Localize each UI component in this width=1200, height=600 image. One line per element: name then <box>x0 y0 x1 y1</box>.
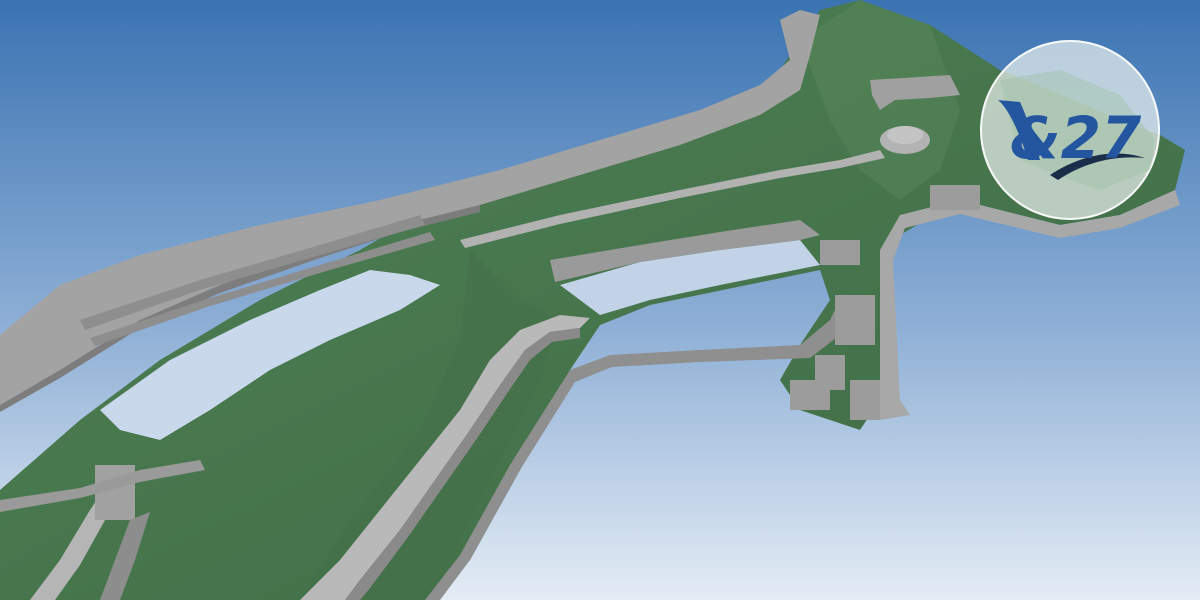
building-block <box>835 295 875 345</box>
terrain-render-scene: &27 <box>0 0 1200 600</box>
wing-logo-icon: &27 <box>998 70 1155 190</box>
building-block <box>820 240 860 265</box>
building-block <box>850 380 880 420</box>
watermark-badge: &27 <box>980 40 1160 220</box>
building-block <box>930 185 980 210</box>
logo-text: &27 <box>1010 104 1142 172</box>
building-block <box>815 355 845 390</box>
lower-left-building <box>95 465 135 520</box>
round-tower-top <box>887 126 923 144</box>
